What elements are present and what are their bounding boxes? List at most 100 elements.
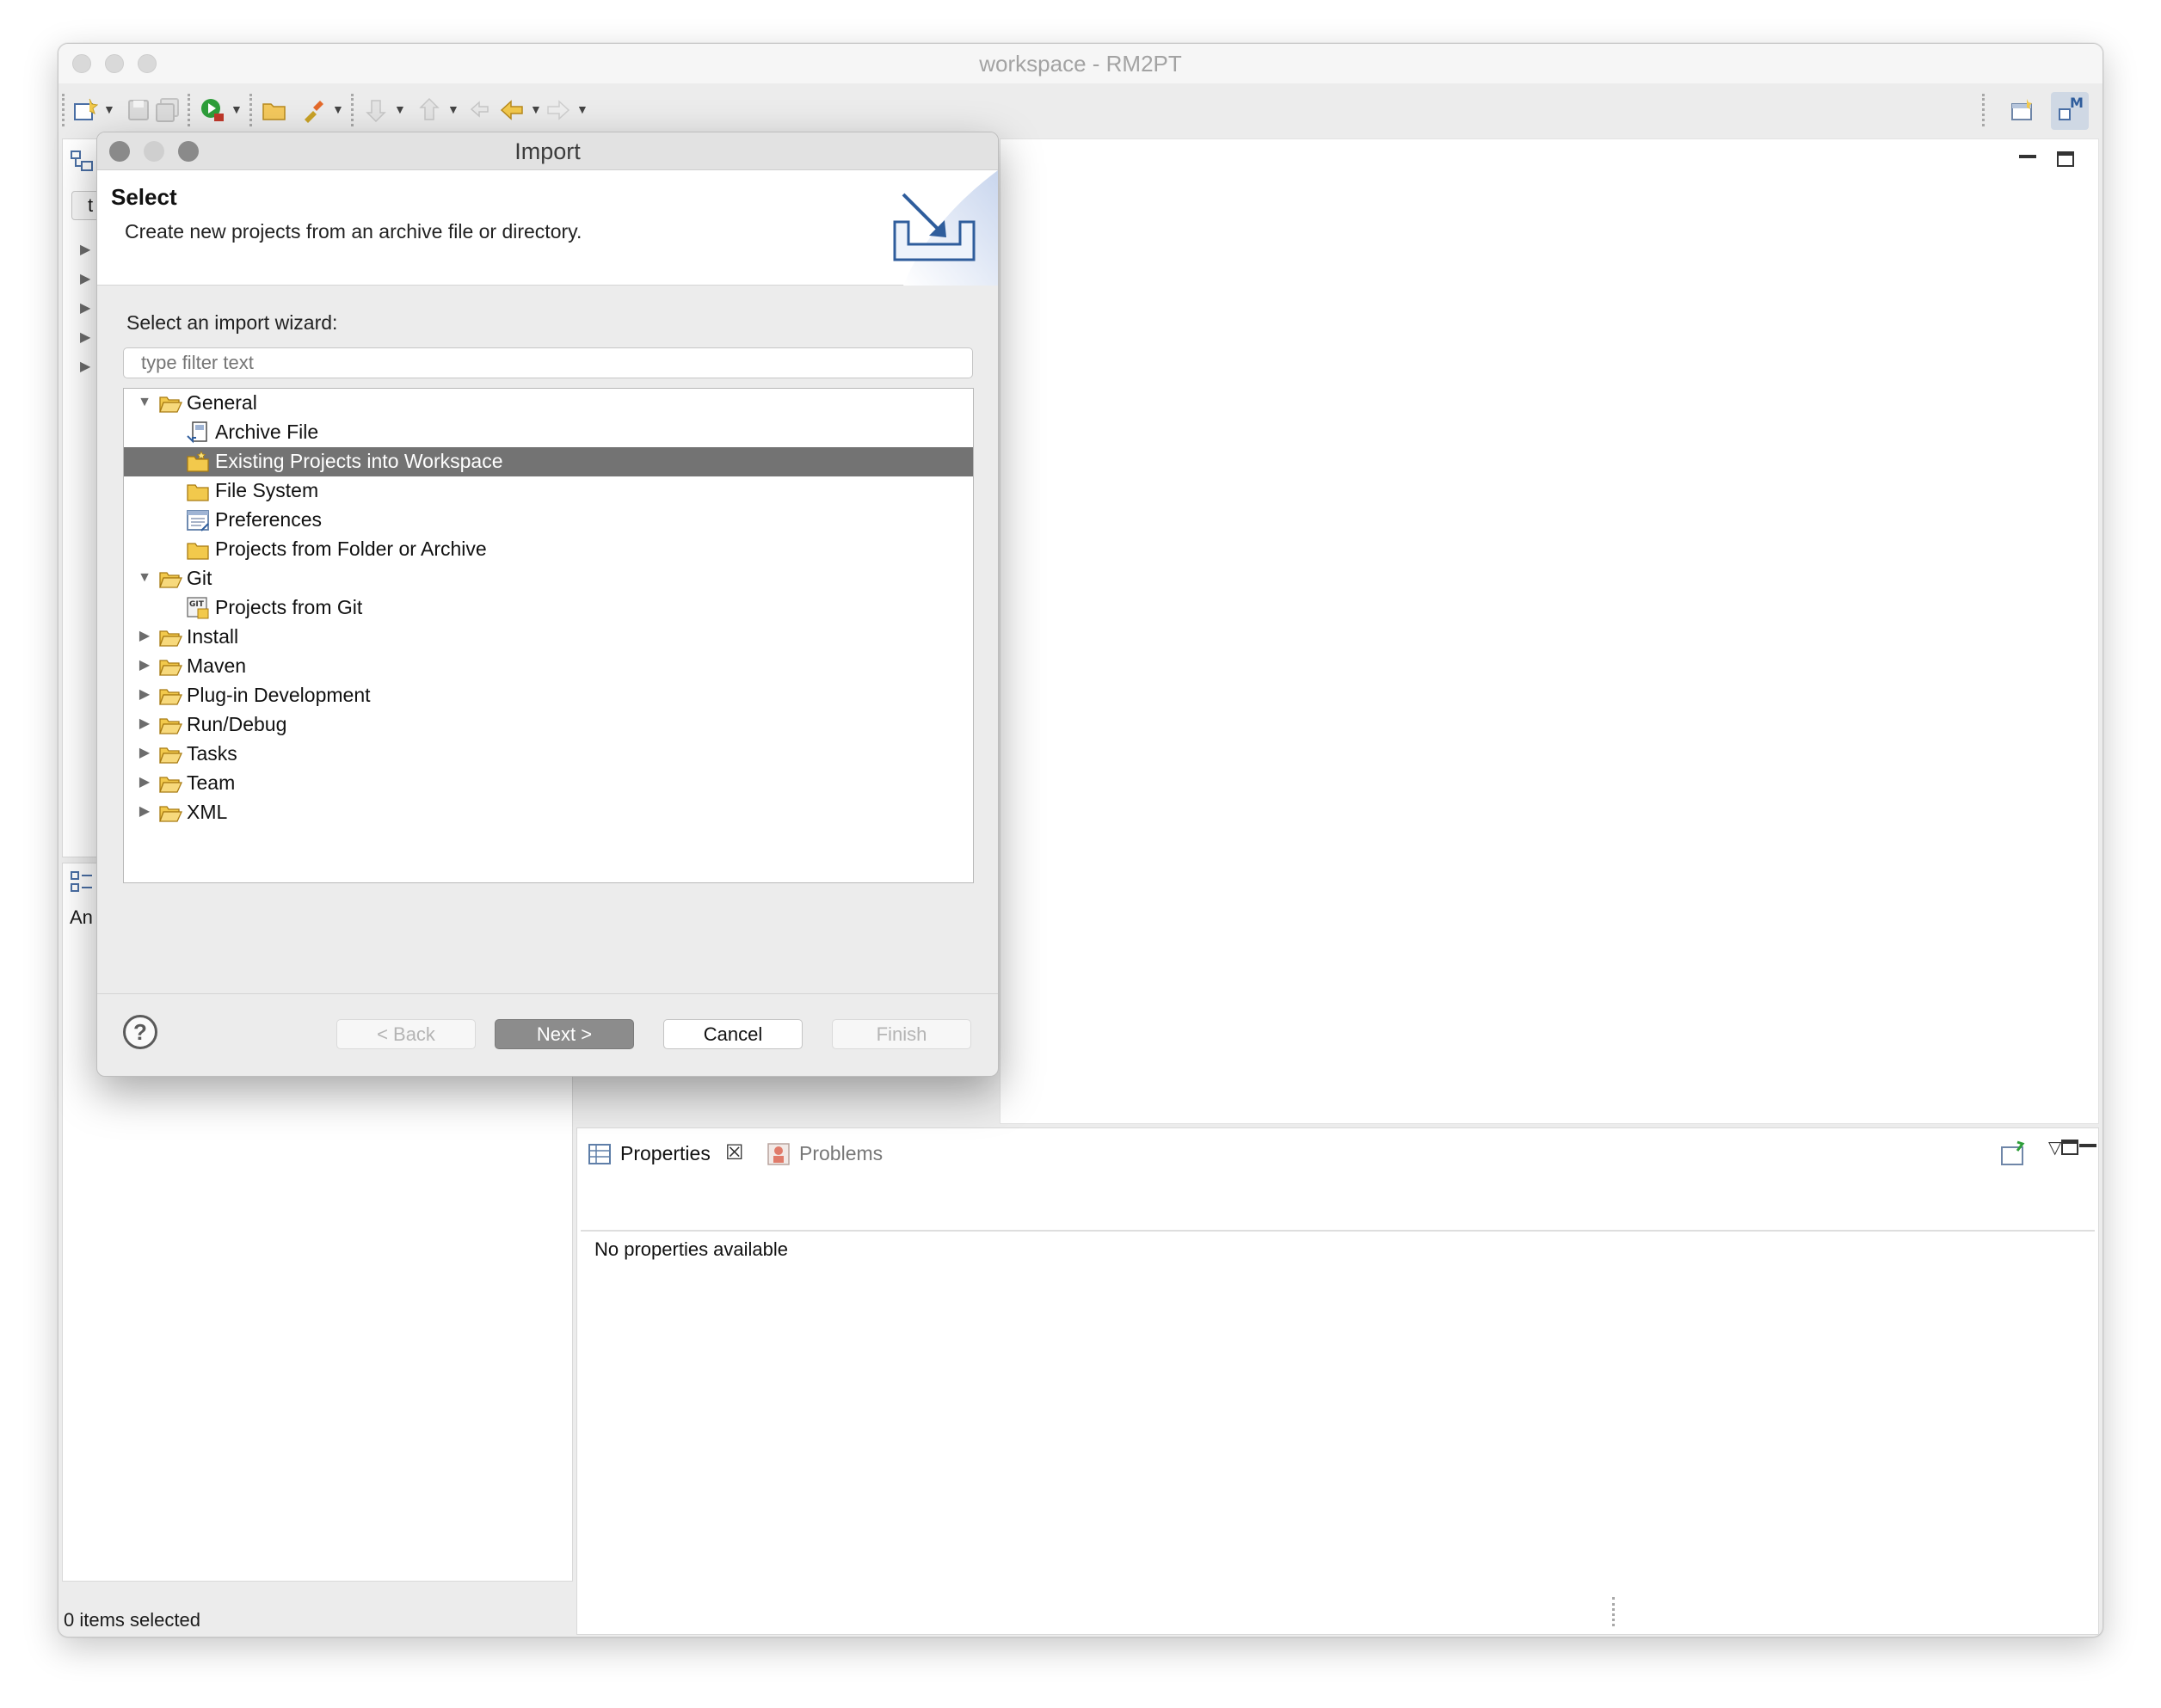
new-wizard-dropdown-icon[interactable]: ▼ [103,102,115,116]
properties-panel: Properties ☒ Problems ▽ No properties av… [576,1127,2099,1635]
archive-file-icon [186,421,210,445]
tree-item-archive-file[interactable]: Archive File [124,418,973,447]
pin-view-icon[interactable] [1998,1139,2028,1172]
run-icon[interactable] [200,97,225,123]
tree-item-team[interactable]: ▶ Team [124,769,973,798]
tree-item-run-debug[interactable]: ▶ Run/Debug [124,710,973,740]
tree-label: File System [215,479,319,501]
back-dropdown-icon[interactable]: ▼ [530,102,542,116]
view-menu-icon[interactable]: ▽ [2048,1137,2061,1158]
folder-icon [186,538,210,562]
expand-toggle-icon[interactable]: ▶ [136,745,153,762]
tree-item-git[interactable]: ▼ Git [124,564,973,593]
next-annotation-icon[interactable] [363,97,389,123]
back-button[interactable]: < Back [336,1019,476,1049]
expand-toggle-icon[interactable]: ▶ [136,628,153,645]
tree-label: Tasks [187,742,237,765]
tree-item-file-system[interactable]: File System [124,476,973,506]
folder-open-icon [158,567,183,591]
previous-annotation-icon[interactable] [416,97,442,123]
tree-item-existing-projects[interactable]: Existing Projects into Workspace [124,447,973,476]
tree-label: Git [187,567,212,589]
forward-dropdown-icon[interactable]: ▼ [576,102,588,116]
last-edit-location-icon[interactable] [468,97,494,123]
help-button[interactable]: ? [123,1015,157,1049]
open-perspective-icon[interactable] [2010,97,2035,123]
filter-label: Select an import wizard: [126,311,338,334]
status-bar-grip [1612,1597,1615,1626]
preferences-icon [186,508,210,532]
maximize-icon[interactable] [2061,1140,2078,1155]
tree-label: Plug-in Development [187,684,371,706]
tree-item-preferences[interactable]: Preferences [124,506,973,535]
expand-toggle-icon[interactable]: ▶ [136,774,153,791]
properties-empty-message: No properties available [594,1238,789,1260]
tree-label: Projects from Git [215,596,363,618]
modeling-perspective-icon[interactable]: M [2051,92,2089,130]
toolbar-grip [1982,94,1986,126]
folder-icon [186,479,210,503]
external-tools-dropdown-icon[interactable]: ▼ [332,102,344,116]
folder-open-icon [158,391,183,415]
expand-toggle-icon[interactable]: ▼ [136,394,153,411]
save-all-icon[interactable] [155,97,181,123]
open-folder-icon[interactable] [262,97,287,123]
wizard-page-title: Select [111,184,177,210]
close-tab-icon[interactable]: ☒ [725,1140,744,1165]
next-annotation-dropdown-icon[interactable]: ▼ [394,102,406,116]
expand-toggle-icon[interactable]: ▶ [136,657,153,674]
tree-item-install[interactable]: ▶ Install [124,623,973,652]
next-button[interactable]: Next > [495,1019,634,1049]
editor-area [1000,138,2099,1124]
new-wizard-icon[interactable] [72,97,99,123]
tree-item-xml[interactable]: ▶ XML [124,798,973,827]
tree-label: Run/Debug [187,713,287,735]
folder-open-icon [158,713,183,737]
dialog-header: Select Create new projects from an archi… [97,170,998,286]
tree-label: Preferences [215,508,323,531]
folder-open-icon [158,625,183,649]
outline-panel-label: An [70,906,93,928]
folder-open-icon [158,684,183,708]
explorer-tree-twisties[interactable]: ▶ ▶ ▶ ▶ ▶ [80,236,90,382]
tree-item-projects-from-folder[interactable]: Projects from Folder or Archive [124,535,973,564]
back-arrow-icon[interactable] [499,97,525,123]
tree-item-maven[interactable]: ▶ Maven [124,652,973,681]
cancel-button[interactable]: Cancel [663,1019,803,1049]
expand-toggle-icon[interactable]: ▶ [136,803,153,820]
tree-label: Existing Projects into Workspace [215,450,503,472]
tree-label: Projects from Folder or Archive [215,538,487,560]
external-tools-icon[interactable] [301,97,327,123]
save-icon[interactable] [126,97,151,123]
minimize-icon[interactable] [2019,155,2036,158]
tree-item-tasks[interactable]: ▶ Tasks [124,740,973,769]
dialog-footer-separator [97,993,998,994]
import-wizard-banner-icon [869,170,998,286]
import-wizard-tree: ▼ General Archive File Existing Projects… [123,388,974,883]
status-bar: 0 items selected [58,1588,2103,1637]
minimize-icon[interactable] [2079,1144,2096,1147]
finish-button[interactable]: Finish [832,1019,971,1049]
tab-problems[interactable]: Problems [799,1142,883,1165]
tree-label: Maven [187,654,247,677]
wizard-filter-input[interactable] [123,347,973,378]
outline-icon [70,870,95,900]
properties-divider [581,1230,2095,1232]
run-dropdown-icon[interactable]: ▼ [231,102,243,116]
svg-text:M: M [2070,95,2084,111]
tab-properties[interactable]: Properties [620,1142,711,1165]
dialog-title: Import [514,138,581,164]
previous-annotation-dropdown-icon[interactable]: ▼ [447,102,459,116]
tree-label: XML [187,801,228,823]
maximize-icon[interactable] [2057,151,2074,167]
tree-item-general[interactable]: ▼ General [124,389,973,418]
tree-item-projects-from-git[interactable]: GIT Projects from Git [124,593,973,623]
tree-item-plugin-development[interactable]: ▶ Plug-in Development [124,681,973,710]
forward-arrow-icon[interactable] [545,97,571,123]
expand-toggle-icon[interactable]: ▼ [136,569,153,587]
folder-open-icon [158,742,183,766]
expand-toggle-icon[interactable]: ▶ [136,716,153,733]
window-title: workspace - RM2PT [979,51,1182,77]
expand-toggle-icon[interactable]: ▶ [136,686,153,703]
toolbar-grip [62,94,65,126]
